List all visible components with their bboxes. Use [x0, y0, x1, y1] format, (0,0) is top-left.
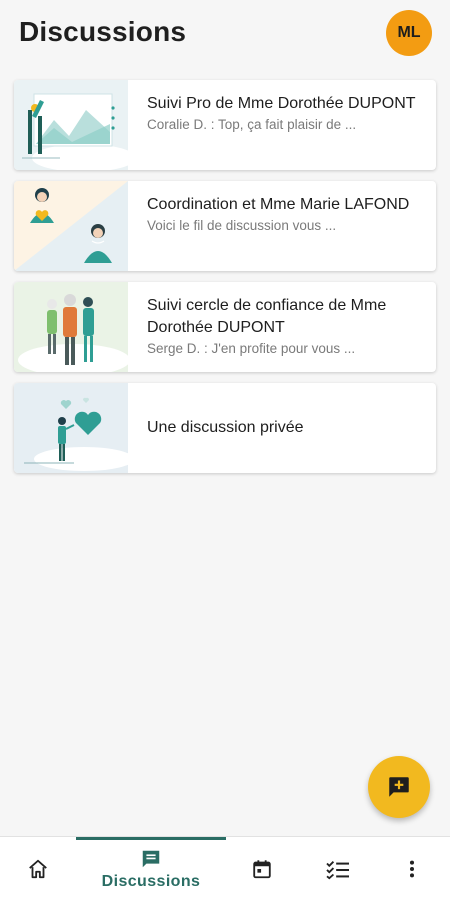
nav-discussions[interactable]: Discussions	[76, 837, 226, 900]
chat-icon	[142, 850, 160, 867]
nav-calendar[interactable]	[238, 837, 286, 900]
conversation-title: Suivi Pro de Mme Dorothée DUPONT	[147, 95, 416, 112]
conversation-card[interactable]: Coordination et Mme Marie LAFOND Voici l…	[14, 181, 436, 271]
conversation-card[interactable]: Une discussion privée	[14, 383, 436, 473]
chart-illustration	[14, 80, 128, 170]
home-icon	[29, 859, 47, 879]
bottom-navigation: Discussions	[0, 836, 450, 900]
nav-home[interactable]	[14, 837, 62, 900]
conversation-preview: Voici le fil de discussion vous ...	[147, 218, 337, 233]
nav-tasks[interactable]	[314, 837, 362, 900]
heart-illustration	[14, 383, 128, 473]
calendar-icon	[253, 860, 271, 879]
conversation-title: Une discussion privée	[147, 419, 304, 436]
more-vert-icon	[409, 860, 415, 878]
conversation-content: Suivi Pro de Mme Dorothée DUPONT Coralie…	[128, 80, 436, 170]
new-discussion-button[interactable]	[368, 756, 430, 818]
page-title: Discussions	[19, 16, 187, 47]
avatar[interactable]: ML	[386, 10, 432, 56]
conversation-content: Suivi cercle de confiance de Mme Dorothé…	[128, 282, 436, 372]
app-header: Discussions ML	[0, 0, 450, 68]
nav-discussions-label: Discussions	[101, 872, 201, 890]
conversation-title: Suivi cercle de confiance de Mme Dorothé…	[147, 297, 387, 336]
conversation-preview: Serge D. : J'en profite pour vous ...	[147, 341, 356, 356]
checklist-icon	[326, 861, 349, 880]
conversation-card[interactable]: Suivi cercle de confiance de Mme Dorothé…	[14, 282, 436, 372]
conversation-content: Coordination et Mme Marie LAFOND Voici l…	[128, 181, 436, 271]
conversation-list: Suivi Pro de Mme Dorothée DUPONT Coralie…	[14, 80, 436, 484]
conversation-title: Coordination et Mme Marie LAFOND	[147, 196, 410, 213]
conversation-content: Une discussion privée	[128, 383, 436, 473]
nav-more[interactable]	[388, 837, 436, 900]
conversation-preview: Coralie D. : Top, ça fait plaisir de ...	[147, 117, 357, 132]
care-team-illustration	[14, 181, 128, 271]
family-illustration	[14, 282, 128, 372]
conversation-card[interactable]: Suivi Pro de Mme Dorothée DUPONT Coralie…	[14, 80, 436, 170]
add-chat-icon	[389, 777, 409, 797]
